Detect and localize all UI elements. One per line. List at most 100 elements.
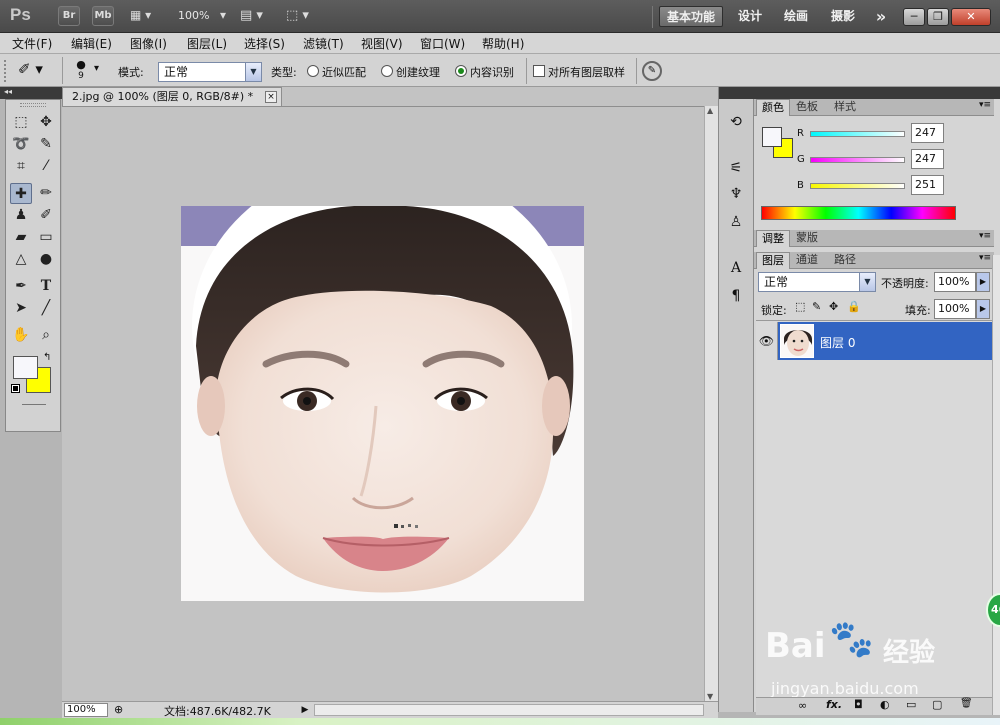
- color-spectrum-bar[interactable]: [761, 206, 956, 220]
- menu-file[interactable]: 文件(F): [12, 35, 52, 52]
- blur-tool-icon[interactable]: △: [10, 249, 32, 270]
- sample-all-layers-checkbox[interactable]: [533, 65, 545, 77]
- line-tool-icon[interactable]: ╱: [35, 298, 57, 319]
- default-colors-icon[interactable]: [11, 384, 20, 393]
- toolbox-header[interactable]: ◂◂: [0, 87, 62, 99]
- pressure-size-icon[interactable]: ✎: [642, 61, 662, 81]
- tab-color[interactable]: 颜色: [756, 99, 790, 116]
- view-extras-button[interactable]: ▦ ▾: [130, 8, 160, 25]
- brush-dot-icon[interactable]: ●: [74, 58, 88, 71]
- hand-tool-icon[interactable]: ✋: [10, 325, 32, 346]
- foreground-color-swatch[interactable]: [13, 356, 38, 379]
- r-value-input[interactable]: 247: [911, 123, 944, 143]
- pen-tool-icon[interactable]: ✒: [10, 276, 32, 297]
- new-layer-icon[interactable]: ▢: [932, 698, 942, 711]
- layer-row[interactable]: 👁 图层 0: [756, 322, 992, 360]
- lock-transparency-icon[interactable]: ⬚: [795, 300, 805, 313]
- create-texture-radio[interactable]: [381, 65, 393, 77]
- close-document-icon[interactable]: ×: [265, 91, 277, 103]
- screen-mode-button[interactable]: ⬚ ▾: [286, 8, 320, 23]
- eyedropper-tool-icon[interactable]: ⁄: [35, 156, 57, 177]
- content-aware-radio[interactable]: [455, 65, 467, 77]
- color-panel-foreground-swatch[interactable]: [762, 127, 782, 147]
- menu-filter[interactable]: 滤镜(T): [303, 35, 344, 52]
- minimize-button[interactable]: ─: [903, 8, 925, 26]
- opacity-arrow-icon[interactable]: ▶: [976, 272, 990, 292]
- quick-selection-tool-icon[interactable]: ✎: [35, 134, 57, 155]
- tool-preset-picker[interactable]: ✐ ▾: [18, 60, 54, 82]
- right-dock-header[interactable]: [754, 87, 1000, 99]
- panel-menu-icon[interactable]: ▾≡: [979, 100, 991, 110]
- paragraph-panel-icon[interactable]: ¶: [725, 285, 747, 307]
- lasso-tool-icon[interactable]: ➰: [10, 134, 32, 155]
- menu-window[interactable]: 窗口(W): [420, 35, 465, 52]
- workspace-painting[interactable]: 绘画: [779, 6, 813, 27]
- tab-layers[interactable]: 图层: [756, 252, 790, 269]
- clone-source-panel-icon[interactable]: ♙: [725, 211, 747, 233]
- b-slider[interactable]: [810, 183, 905, 189]
- marquee-tool-icon[interactable]: ⬚: [10, 112, 32, 133]
- type-tool-icon[interactable]: T: [35, 276, 57, 297]
- move-tool-icon[interactable]: ✥: [35, 112, 57, 133]
- menu-view[interactable]: 视图(V): [361, 35, 403, 52]
- fill-input[interactable]: 100%: [934, 299, 976, 319]
- tab-channels[interactable]: 通道: [791, 252, 823, 269]
- lock-pixels-icon[interactable]: ✎: [812, 300, 821, 313]
- brush-presets-panel-icon[interactable]: ⚟: [725, 157, 747, 179]
- character-panel-icon[interactable]: A: [725, 257, 747, 279]
- brush-panel-icon[interactable]: ♆: [725, 183, 747, 205]
- tab-swatches[interactable]: 色板: [791, 99, 823, 116]
- lock-position-icon[interactable]: ✥: [829, 300, 838, 313]
- spot-healing-brush-tool-icon[interactable]: ✚: [10, 183, 32, 204]
- opacity-input[interactable]: 100%: [934, 272, 976, 292]
- fill-arrow-icon[interactable]: ▶: [976, 299, 990, 319]
- eraser-tool-icon[interactable]: ▰: [10, 227, 32, 248]
- vertical-scrollbar[interactable]: ▲ ▼: [704, 106, 718, 701]
- gradient-tool-icon[interactable]: ▭: [35, 227, 57, 248]
- adjustment-layer-icon[interactable]: ◐: [880, 698, 890, 711]
- more-workspaces-icon[interactable]: »: [870, 6, 892, 27]
- history-panel-icon[interactable]: ⟲: [725, 111, 747, 133]
- swap-colors-icon[interactable]: ↰: [43, 352, 51, 363]
- layers-panel-menu-icon[interactable]: ▾≡: [979, 253, 991, 263]
- mode-select[interactable]: 正常 ▼: [158, 62, 262, 82]
- add-mask-icon[interactable]: ◘: [854, 698, 863, 711]
- new-group-icon[interactable]: ▭: [906, 698, 916, 711]
- arrange-documents-button[interactable]: ▤ ▾: [240, 8, 270, 23]
- brush-picker-arrow-icon[interactable]: ▾: [94, 63, 99, 74]
- visibility-eye-icon[interactable]: 👁: [756, 322, 778, 360]
- proximity-match-radio[interactable]: [307, 65, 319, 77]
- dodge-tool-icon[interactable]: ●: [35, 249, 57, 270]
- layer-name[interactable]: 图层 0: [820, 334, 855, 351]
- g-slider[interactable]: [810, 157, 905, 163]
- document-image[interactable]: [181, 206, 584, 601]
- status-zoom-field[interactable]: 100%: [64, 703, 108, 717]
- tab-adjustments[interactable]: 调整: [756, 230, 790, 247]
- menu-layer[interactable]: 图层(L): [187, 35, 227, 52]
- status-info-icon[interactable]: ⊕: [114, 703, 123, 716]
- layers-scrollbar[interactable]: [992, 255, 1000, 715]
- menu-select[interactable]: 选择(S): [244, 35, 285, 52]
- close-window-button[interactable]: ✕: [951, 8, 991, 26]
- tab-paths[interactable]: 路径: [829, 252, 861, 269]
- workspace-essentials[interactable]: 基本功能: [659, 6, 723, 27]
- menu-edit[interactable]: 编辑(E): [71, 35, 112, 52]
- menu-help[interactable]: 帮助(H): [482, 35, 524, 52]
- workspace-design[interactable]: 设计: [733, 6, 767, 27]
- restore-button[interactable]: ❐: [927, 8, 949, 26]
- delete-layer-icon[interactable]: 🗑: [960, 698, 973, 709]
- zoom-arrow-icon[interactable]: ▾: [220, 8, 226, 22]
- clone-stamp-tool-icon[interactable]: ♟: [10, 205, 32, 226]
- bridge-button[interactable]: Br: [58, 6, 80, 26]
- zoom-level-dropdown[interactable]: 100%: [178, 9, 209, 22]
- r-slider[interactable]: [810, 131, 905, 137]
- brush-tool-icon[interactable]: ✏: [35, 183, 57, 204]
- crop-tool-icon[interactable]: ⌗: [10, 156, 32, 177]
- workspace-photography[interactable]: 摄影: [825, 6, 861, 27]
- history-brush-tool-icon[interactable]: ✐: [35, 205, 57, 226]
- g-value-input[interactable]: 247: [911, 149, 944, 169]
- document-tab[interactable]: 2.jpg @ 100% (图层 0, RGB/8#) * ×: [62, 87, 282, 106]
- b-value-input[interactable]: 251: [911, 175, 944, 195]
- adjust-panel-menu-icon[interactable]: ▾≡: [979, 231, 991, 241]
- status-menu-arrow-icon[interactable]: ▶: [299, 703, 311, 717]
